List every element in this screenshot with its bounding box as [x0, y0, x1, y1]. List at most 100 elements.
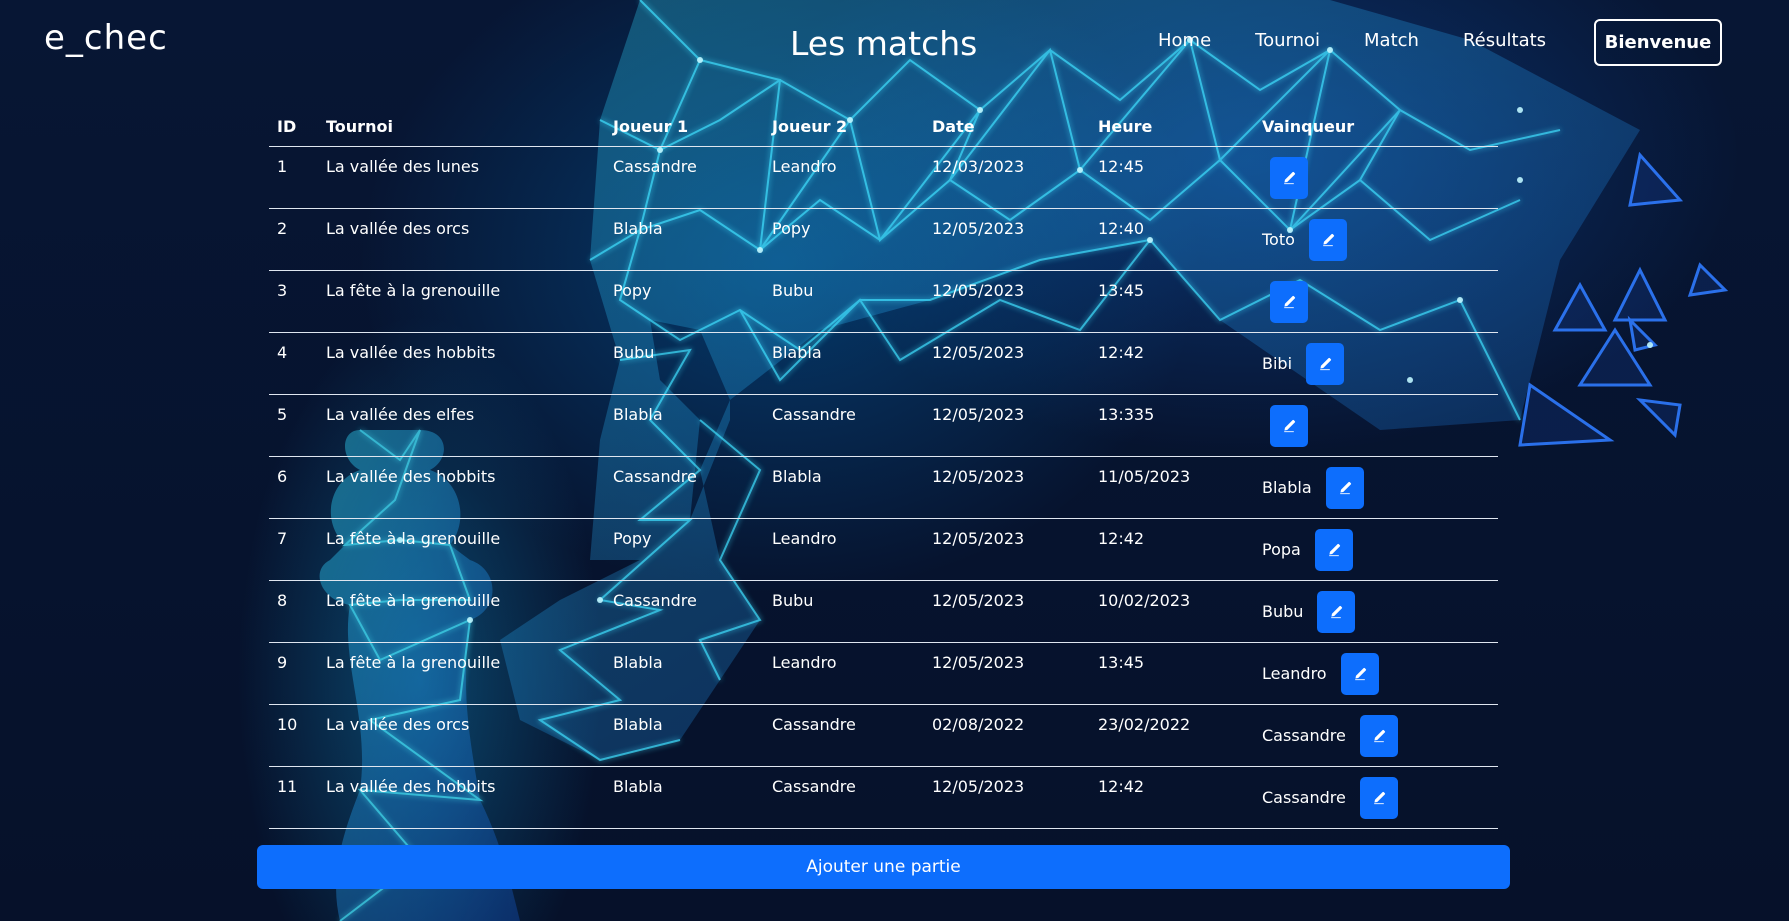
- table-row: 2 La vallée des orcs Blabla Popy 12/05/2023 1…: [269, 208, 1498, 271]
- matches-table-container: ID Tournoi Joueur 1 Joueur 2 Date Heure …: [269, 106, 1498, 829]
- cell-vainqueur: [1254, 394, 1498, 457]
- cell-joueur2-text: Leandro: [772, 653, 837, 672]
- cell-id-text: 4: [277, 343, 288, 362]
- edit-winner-button[interactable]: [1308, 218, 1347, 261]
- cell-tournoi: La fête à la grenouille: [318, 642, 605, 705]
- edit-winner-button[interactable]: [1359, 776, 1398, 819]
- cell-id: 4: [269, 332, 318, 395]
- winner-cell: [1262, 271, 1490, 332]
- cell-date: 12/05/2023: [924, 456, 1090, 519]
- cell-id: 11: [269, 766, 318, 829]
- cell-id-text: 9: [277, 653, 288, 672]
- cell-joueur1-text: Cassandre: [613, 591, 697, 610]
- cell-joueur1-text: Blabla: [613, 219, 663, 238]
- cell-joueur1: Cassandre: [605, 146, 764, 209]
- cell-vainqueur: Cassandre: [1254, 766, 1498, 829]
- main-nav: Home Tournoi Match Résultats: [1158, 30, 1590, 51]
- cell-date-text: 02/08/2022: [932, 715, 1025, 734]
- cell-id-text: 11: [277, 777, 298, 796]
- cell-tournoi-text: La fête à la grenouille: [326, 281, 501, 300]
- cell-date-text: 12/05/2023: [932, 219, 1025, 238]
- pencil-icon: [1284, 419, 1296, 432]
- pencil-icon: [1284, 171, 1296, 184]
- cell-tournoi-text: La vallée des elfes: [326, 405, 475, 424]
- cell-id-text: 6: [277, 467, 288, 486]
- edit-winner-button[interactable]: [1270, 404, 1308, 447]
- nav-link-resultats[interactable]: Résultats: [1463, 30, 1546, 51]
- table-row: 4 La vallée des hobbits Bubu Blabla 12/05/20…: [269, 332, 1498, 395]
- welcome-button[interactable]: Bienvenue: [1594, 19, 1722, 66]
- cell-id-text: 2: [277, 219, 288, 238]
- edit-winner-button[interactable]: [1270, 156, 1308, 199]
- column-header-heure: Heure: [1090, 106, 1254, 147]
- cell-date: 02/08/2022: [924, 704, 1090, 767]
- cell-date-text: 12/05/2023: [932, 467, 1025, 486]
- table-header: ID Tournoi Joueur 1 Joueur 2 Date Heure …: [269, 106, 1498, 147]
- edit-winner-button[interactable]: [1359, 714, 1398, 757]
- cell-joueur2: Bubu: [764, 580, 924, 643]
- cell-vainqueur: Bibi: [1254, 332, 1498, 395]
- table-row: 11 La vallée des hobbits Blabla Cassandre 12…: [269, 766, 1498, 829]
- cell-joueur1-text: Cassandre: [613, 157, 697, 176]
- nav-link-match[interactable]: Match: [1364, 30, 1419, 51]
- cell-tournoi: La vallée des elfes: [318, 394, 605, 457]
- cell-id-text: 3: [277, 281, 288, 300]
- cell-tournoi: La vallée des hobbits: [318, 766, 605, 829]
- edit-winner-button[interactable]: [1270, 280, 1308, 323]
- pencil-icon: [1320, 357, 1332, 370]
- cell-joueur2: Cassandre: [764, 394, 924, 457]
- cell-tournoi: La vallée des lunes: [318, 146, 605, 209]
- cell-heure: 12:40: [1090, 208, 1254, 271]
- cell-vainqueur: Toto: [1254, 208, 1498, 271]
- table-row: 5 La vallée des elfes Blabla Cassandre 12/05…: [269, 394, 1498, 457]
- logo[interactable]: e_chec: [44, 18, 168, 58]
- table-row: 6 La vallée des hobbits Cassandre Blabla 12/…: [269, 456, 1498, 519]
- cell-heure-text: 13:335: [1098, 405, 1155, 424]
- column-header-tournoi: Tournoi: [318, 106, 605, 147]
- winner-cell: [1262, 147, 1490, 208]
- cell-joueur2-text: Cassandre: [772, 405, 856, 424]
- cell-joueur2: Cassandre: [764, 766, 924, 829]
- table-body: 1 La vallée des lunes Cassandre Leandro 12/0…: [269, 146, 1498, 829]
- edit-winner-button[interactable]: [1325, 466, 1364, 509]
- cell-vainqueur: Blabla: [1254, 456, 1498, 519]
- cell-heure-text: 13:45: [1098, 281, 1145, 300]
- column-header-joueur2: Joueur 2: [764, 106, 924, 147]
- pencil-icon: [1374, 729, 1385, 742]
- winner-cell: Blabla: [1262, 457, 1490, 518]
- edit-winner-button[interactable]: [1306, 342, 1345, 385]
- column-header-date: Date: [924, 106, 1090, 147]
- cell-id: 10: [269, 704, 318, 767]
- edit-winner-button[interactable]: [1317, 590, 1356, 633]
- cell-joueur2-text: Popy: [772, 219, 811, 238]
- pencil-icon: [1374, 791, 1385, 804]
- cell-heure: 12:45: [1090, 146, 1254, 209]
- table-row: 8 La fête à la grenouille Cassandre Bubu 12/…: [269, 580, 1498, 643]
- cell-date: 12/05/2023: [924, 642, 1090, 705]
- edit-winner-button[interactable]: [1314, 528, 1353, 571]
- cell-joueur1: Cassandre: [605, 580, 764, 643]
- cell-joueur1: Blabla: [605, 642, 764, 705]
- nav-link-tournoi[interactable]: Tournoi: [1255, 30, 1320, 51]
- pencil-icon: [1323, 233, 1335, 246]
- cell-heure-text: 10/02/2023: [1098, 591, 1191, 610]
- cell-joueur2: Popy: [764, 208, 924, 271]
- edit-winner-button[interactable]: [1340, 652, 1379, 695]
- cell-joueur2-text: Leandro: [772, 157, 837, 176]
- winner-cell: Cassandre: [1262, 767, 1490, 828]
- cell-vainqueur: Cassandre: [1254, 704, 1498, 767]
- cell-date-text: 12/05/2023: [932, 591, 1025, 610]
- pencil-icon: [1331, 605, 1343, 618]
- cell-joueur2: Leandro: [764, 146, 924, 209]
- matches-table: ID Tournoi Joueur 1 Joueur 2 Date Heure …: [269, 106, 1498, 829]
- page-title: Les matchs: [790, 24, 978, 63]
- winner-cell: Bibi: [1262, 333, 1490, 394]
- cell-joueur2-text: Blabla: [772, 343, 822, 362]
- table-row: 10 La vallée des orcs Blabla Cassandre 02/08…: [269, 704, 1498, 767]
- cell-heure-text: 12:45: [1098, 157, 1145, 176]
- winner-cell: Toto: [1262, 209, 1490, 270]
- cell-date-text: 12/05/2023: [932, 343, 1025, 362]
- add-match-button[interactable]: Ajouter une partie: [257, 845, 1510, 889]
- table-row: 9 La fête à la grenouille Blabla Leandro 12/…: [269, 642, 1498, 705]
- nav-link-home[interactable]: Home: [1158, 30, 1211, 51]
